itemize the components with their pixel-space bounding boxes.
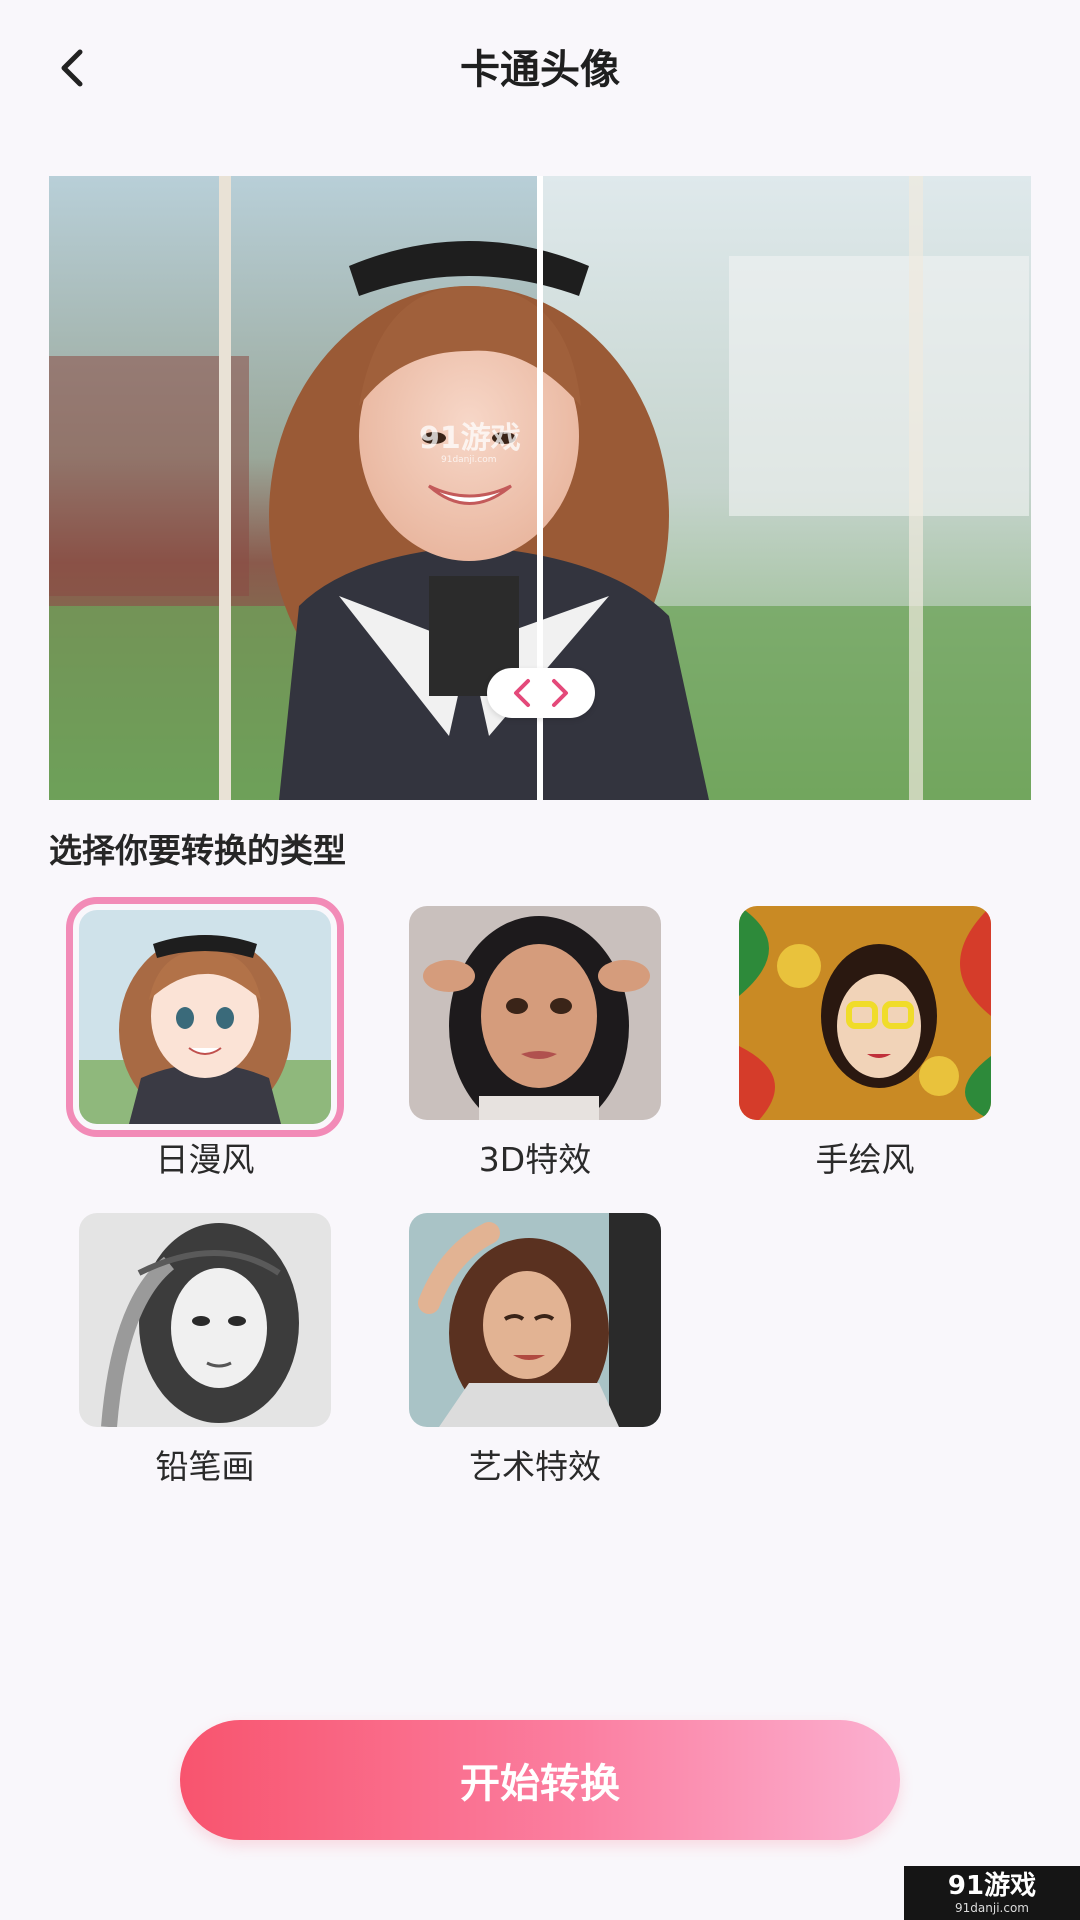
style-label-3d: 3D特效 bbox=[478, 1140, 592, 1179]
style-label-anime: 日漫风 bbox=[155, 1140, 255, 1179]
watermark-logo: 91游戏 bbox=[947, 1871, 1037, 1901]
style-thumbnail bbox=[409, 1213, 661, 1427]
compare-handle[interactable] bbox=[487, 668, 595, 718]
section-title: 选择你要转换的类型 bbox=[49, 831, 346, 870]
watermark-url: 91danji.com bbox=[955, 1901, 1029, 1915]
style-thumbnail bbox=[739, 906, 991, 1120]
style-thumbnail bbox=[66, 897, 344, 1137]
style-option-pencil[interactable] bbox=[79, 1213, 331, 1427]
chevron-left-icon bbox=[514, 679, 530, 707]
style-label-pencil: 铅笔画 bbox=[155, 1447, 255, 1486]
site-watermark: 91游戏 91danji.com bbox=[904, 1866, 1080, 1920]
cartoon-avatar-screen: 卡通头像 91游戏 91danji.com 选择你要转换的类型 日漫风 3D特效… bbox=[0, 0, 1080, 1920]
chevron-right-icon bbox=[552, 679, 568, 707]
style-option-anime[interactable] bbox=[66, 897, 344, 1137]
start-convert-button[interactable]: 开始转换 bbox=[180, 1720, 900, 1840]
compare-preview[interactable]: 91游戏 91danji.com bbox=[49, 176, 1031, 800]
style-option-art[interactable] bbox=[409, 1213, 661, 1427]
style-thumbnail bbox=[79, 1213, 331, 1427]
style-thumbnail bbox=[409, 906, 661, 1120]
page-title: 卡通头像 bbox=[460, 47, 620, 93]
preview-watermark: 91游戏 bbox=[419, 421, 521, 456]
style-option-3d[interactable] bbox=[409, 906, 661, 1120]
style-label-hand-drawn: 手绘风 bbox=[815, 1140, 915, 1179]
preview-watermark-sub: 91danji.com bbox=[441, 455, 496, 465]
style-label-art: 艺术特效 bbox=[469, 1447, 601, 1486]
style-option-hand-drawn[interactable] bbox=[739, 906, 991, 1120]
